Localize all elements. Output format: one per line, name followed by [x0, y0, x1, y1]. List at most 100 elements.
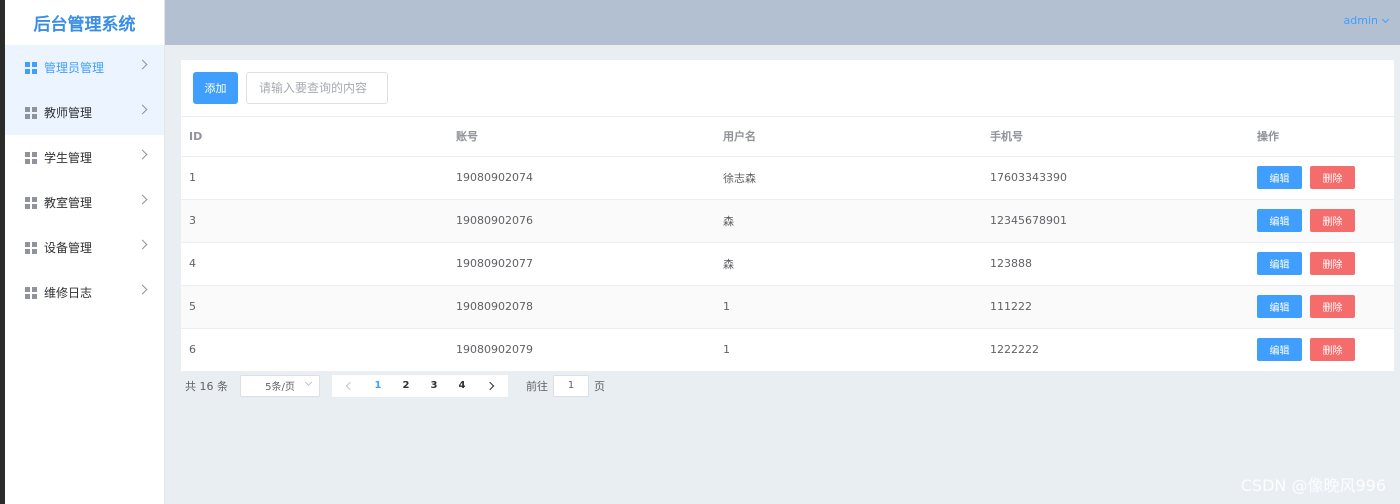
delete-button[interactable]: 删除	[1310, 338, 1355, 361]
edit-button[interactable]: 编辑	[1257, 338, 1302, 361]
sidebar-item-equipment-management[interactable]: 设备管理	[5, 225, 164, 270]
cell-username: 森	[715, 242, 982, 286]
chevron-right-icon	[485, 381, 495, 390]
cell-account: 19080902077	[448, 242, 715, 286]
sidebar: 后台管理系统 管理员管理 教师管理 学生管理 教室管理 设备管理 维修日志	[5, 0, 165, 504]
grid-icon	[25, 151, 37, 164]
page-button-2[interactable]: 2	[392, 380, 420, 391]
column-header-id: ID	[181, 117, 448, 157]
cell-phone: 1222222	[982, 328, 1249, 372]
column-header-username: 用户名	[715, 117, 982, 157]
pager: 1 2 3 4	[332, 374, 508, 397]
goto-page: 前往 页	[526, 374, 605, 397]
edit-button[interactable]: 编辑	[1257, 252, 1302, 275]
cell-phone: 123888	[982, 242, 1249, 286]
grid-icon	[25, 286, 37, 299]
table-row: 5 19080902078 1 111222 编辑 删除	[181, 285, 1394, 329]
cell-actions: 编辑 删除	[1249, 199, 1394, 243]
sidebar-item-student-management[interactable]: 学生管理	[5, 135, 164, 180]
main-content: 添加 ID 账号 用户名 手机号 操作 1 19080902074	[181, 60, 1394, 397]
chevron-right-icon	[137, 59, 148, 70]
sidebar-item-label: 教室管理	[44, 196, 93, 210]
sidebar-item-admin-management[interactable]: 管理员管理	[5, 45, 164, 90]
table-row: 3 19080902076 森 12345678901 编辑 删除	[181, 199, 1394, 243]
content-panel: 添加 ID 账号 用户名 手机号 操作 1 19080902074	[181, 60, 1394, 372]
cell-phone: 17603343390	[982, 156, 1249, 200]
grid-icon	[25, 241, 37, 254]
delete-button[interactable]: 删除	[1310, 252, 1355, 275]
chevron-down-icon	[1381, 15, 1390, 23]
chevron-down-icon	[304, 378, 313, 386]
chevron-right-icon	[137, 239, 148, 250]
cell-actions: 编辑 删除	[1249, 328, 1394, 372]
cell-id: 1	[181, 156, 448, 200]
cell-actions: 编辑 删除	[1249, 156, 1394, 200]
cell-account: 19080902078	[448, 285, 715, 329]
search-input[interactable]	[246, 72, 388, 104]
cell-username: 森	[715, 199, 982, 243]
grid-icon	[25, 61, 37, 74]
sidebar-item-label: 维修日志	[44, 286, 93, 300]
column-header-phone: 手机号	[982, 117, 1249, 157]
delete-button[interactable]: 删除	[1310, 295, 1355, 318]
cell-id: 4	[181, 242, 448, 286]
goto-suffix: 页	[594, 379, 605, 393]
grid-icon	[25, 196, 37, 209]
user-name: admin	[1343, 14, 1378, 27]
page-button-4[interactable]: 4	[448, 380, 476, 391]
sidebar-menu: 管理员管理 教师管理 学生管理 教室管理 设备管理 维修日志	[5, 45, 164, 315]
sidebar-item-teacher-management[interactable]: 教师管理	[5, 90, 164, 135]
pagination-total: 共 16 条	[185, 379, 228, 393]
grid-icon	[25, 106, 37, 119]
chevron-right-icon	[137, 104, 148, 115]
cell-actions: 编辑 删除	[1249, 285, 1394, 329]
chevron-right-icon	[137, 149, 148, 160]
goto-prefix: 前往	[526, 379, 548, 393]
cell-username: 徐志森	[715, 156, 982, 200]
watermark: CSDN @像晚风996	[1240, 476, 1386, 495]
table-row: 4 19080902077 森 123888 编辑 删除	[181, 242, 1394, 286]
chevron-left-icon	[345, 381, 355, 390]
cell-account: 19080902079	[448, 328, 715, 372]
sidebar-item-repair-log[interactable]: 维修日志	[5, 270, 164, 315]
cell-id: 6	[181, 328, 448, 372]
top-header: admin	[165, 0, 1400, 45]
edit-button[interactable]: 编辑	[1257, 209, 1302, 232]
page-button-1[interactable]: 1	[364, 380, 392, 391]
table-header-row: ID 账号 用户名 手机号 操作	[181, 117, 1394, 157]
table-row: 6 19080902079 1 1222222 编辑 删除	[181, 328, 1394, 372]
page-button-3[interactable]: 3	[420, 380, 448, 391]
cell-account: 19080902074	[448, 156, 715, 200]
goto-page-input[interactable]	[553, 374, 589, 397]
sidebar-item-classroom-management[interactable]: 教室管理	[5, 180, 164, 225]
cell-id: 5	[181, 285, 448, 329]
user-menu[interactable]: admin	[1343, 14, 1390, 27]
sidebar-item-label: 学生管理	[44, 151, 93, 165]
sidebar-item-label: 设备管理	[44, 241, 93, 255]
column-header-account: 账号	[448, 117, 715, 157]
cell-phone: 12345678901	[982, 199, 1249, 243]
cell-id: 3	[181, 199, 448, 243]
cell-username: 1	[715, 285, 982, 329]
sidebar-item-label: 管理员管理	[44, 61, 105, 75]
page-size-select[interactable]: 5条/页	[240, 374, 320, 397]
column-header-actions: 操作	[1249, 117, 1394, 157]
table-row: 1 19080902074 徐志森 17603343390 编辑 删除	[181, 156, 1394, 200]
cell-actions: 编辑 删除	[1249, 242, 1394, 286]
edit-button[interactable]: 编辑	[1257, 166, 1302, 189]
cell-username: 1	[715, 328, 982, 372]
sidebar-item-label: 教师管理	[44, 106, 93, 120]
next-page-button[interactable]	[476, 381, 504, 390]
chevron-right-icon	[137, 284, 148, 295]
cell-phone: 111222	[982, 285, 1249, 329]
edit-button[interactable]: 编辑	[1257, 295, 1302, 318]
page-size-value: 5条/页	[265, 382, 295, 393]
pagination: 共 16 条 5条/页 1 2 3 4 前往 页	[181, 374, 1394, 397]
admin-table: ID 账号 用户名 手机号 操作 1 19080902074 徐志森 17603…	[181, 117, 1394, 372]
prev-page-button[interactable]	[336, 381, 364, 390]
delete-button[interactable]: 删除	[1310, 166, 1355, 189]
toolbar: 添加	[181, 60, 1394, 117]
delete-button[interactable]: 删除	[1310, 209, 1355, 232]
cell-account: 19080902076	[448, 199, 715, 243]
add-button[interactable]: 添加	[193, 72, 238, 104]
